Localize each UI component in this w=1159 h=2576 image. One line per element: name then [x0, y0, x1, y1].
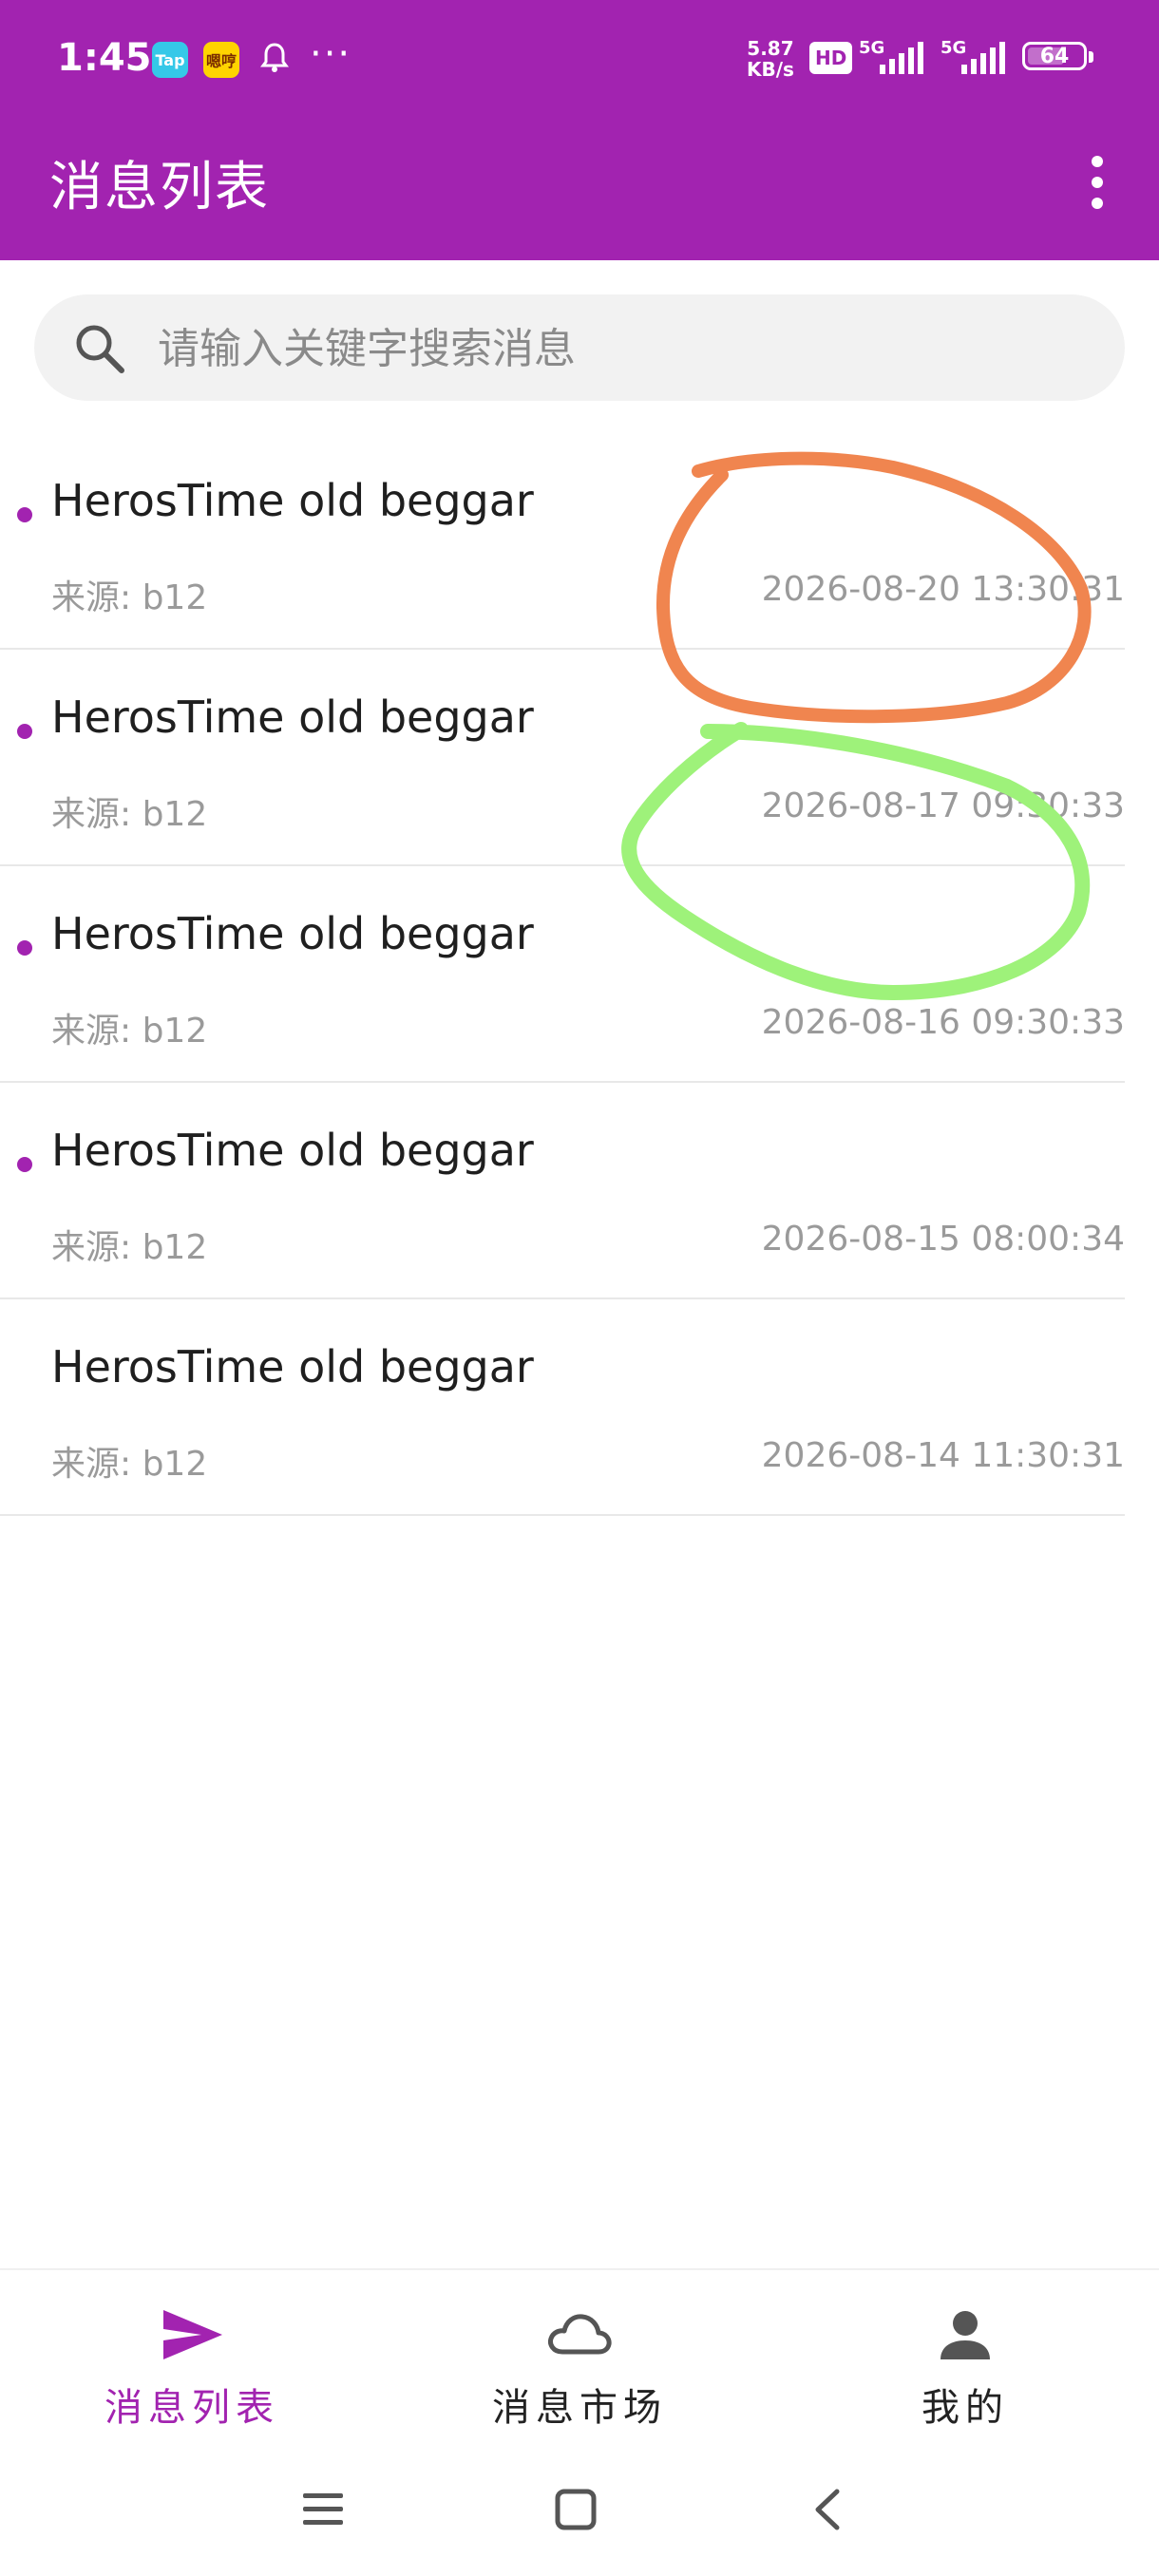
- tab-mine[interactable]: 我的: [823, 2270, 1108, 2441]
- unread-dot: [17, 724, 32, 739]
- app-bar: 1:45 Tap 嗯哼 ··· 5.87 KB/s HD 5G 5G 64 消息…: [0, 0, 1159, 260]
- notification-app-icon: 嗯哼: [203, 42, 239, 78]
- signal-icon: [880, 40, 923, 74]
- list-item[interactable]: HerosTime old beggar 来源: b12 2026-08-16 …: [0, 866, 1125, 1083]
- unread-dot: [17, 940, 32, 956]
- unread-dot: [17, 507, 32, 522]
- battery-level: 64: [1039, 44, 1070, 68]
- message-title: HerosTime old beggar: [51, 691, 534, 743]
- network-speed: 5.87 KB/s: [747, 37, 794, 81]
- tab-label: 消息列表: [104, 2386, 279, 2430]
- message-time: 2026-08-17 09:30:33: [761, 786, 1125, 825]
- bell-icon: [260, 42, 289, 78]
- status-time: 1:45: [57, 36, 152, 80]
- send-icon: [154, 2297, 230, 2373]
- search-icon: [72, 321, 127, 380]
- status-bar: 1:45 Tap 嗯哼 ··· 5.87 KB/s HD 5G 5G 64: [0, 0, 1159, 118]
- list-item[interactable]: HerosTime old beggar 来源: b12 2026-08-17 …: [0, 650, 1125, 866]
- signal-icon: [961, 40, 1005, 74]
- back-icon[interactable]: [781, 2462, 876, 2557]
- menu-icon[interactable]: [276, 2462, 370, 2557]
- search-bar[interactable]: [34, 294, 1125, 403]
- message-source: 来源: b12: [51, 1228, 208, 1267]
- search-input[interactable]: [156, 294, 1091, 403]
- message-title: HerosTime old beggar: [51, 1125, 534, 1176]
- page-title: 消息列表: [49, 157, 270, 218]
- bottom-navigation: 消息列表 消息市场 我的: [0, 2268, 1159, 2441]
- message-title: HerosTime old beggar: [51, 908, 534, 959]
- message-source: 来源: b12: [51, 1445, 208, 1484]
- message-title: HerosTime old beggar: [51, 475, 534, 526]
- message-source: 来源: b12: [51, 578, 208, 617]
- message-source: 来源: b12: [51, 1012, 208, 1051]
- message-time: 2026-08-20 13:30:31: [761, 570, 1125, 609]
- message-time: 2026-08-14 11:30:31: [761, 1436, 1125, 1475]
- cloud-icon: [542, 2297, 618, 2373]
- overflow-menu-icon[interactable]: [1083, 156, 1112, 209]
- message-title: HerosTime old beggar: [51, 1341, 534, 1392]
- tab-label: 消息市场: [492, 2386, 667, 2430]
- message-list: HerosTime old beggar 来源: b12 2026-08-20 …: [0, 433, 1159, 1516]
- unread-dot: [17, 1157, 32, 1172]
- more-notifications-icon: ···: [310, 32, 352, 76]
- battery-icon: 64: [1022, 42, 1087, 70]
- home-icon[interactable]: [528, 2462, 623, 2557]
- tab-message-market[interactable]: 消息市场: [437, 2270, 722, 2441]
- taptap-app-icon: Tap: [152, 42, 188, 78]
- hd-voice-badge: HD: [809, 42, 853, 74]
- message-time: 2026-08-15 08:00:34: [761, 1220, 1125, 1259]
- list-item[interactable]: HerosTime old beggar 来源: b12 2026-08-20 …: [0, 433, 1125, 650]
- system-navigation-bar: [0, 2439, 1159, 2576]
- person-icon: [927, 2297, 1003, 2373]
- tab-message-list[interactable]: 消息列表: [49, 2270, 334, 2441]
- list-item[interactable]: HerosTime old beggar 来源: b12 2026-08-15 …: [0, 1083, 1125, 1299]
- message-time: 2026-08-16 09:30:33: [761, 1003, 1125, 1042]
- message-source: 来源: b12: [51, 795, 208, 834]
- list-item[interactable]: HerosTime old beggar 来源: b12 2026-08-14 …: [0, 1299, 1125, 1516]
- tab-label: 我的: [922, 2386, 1009, 2430]
